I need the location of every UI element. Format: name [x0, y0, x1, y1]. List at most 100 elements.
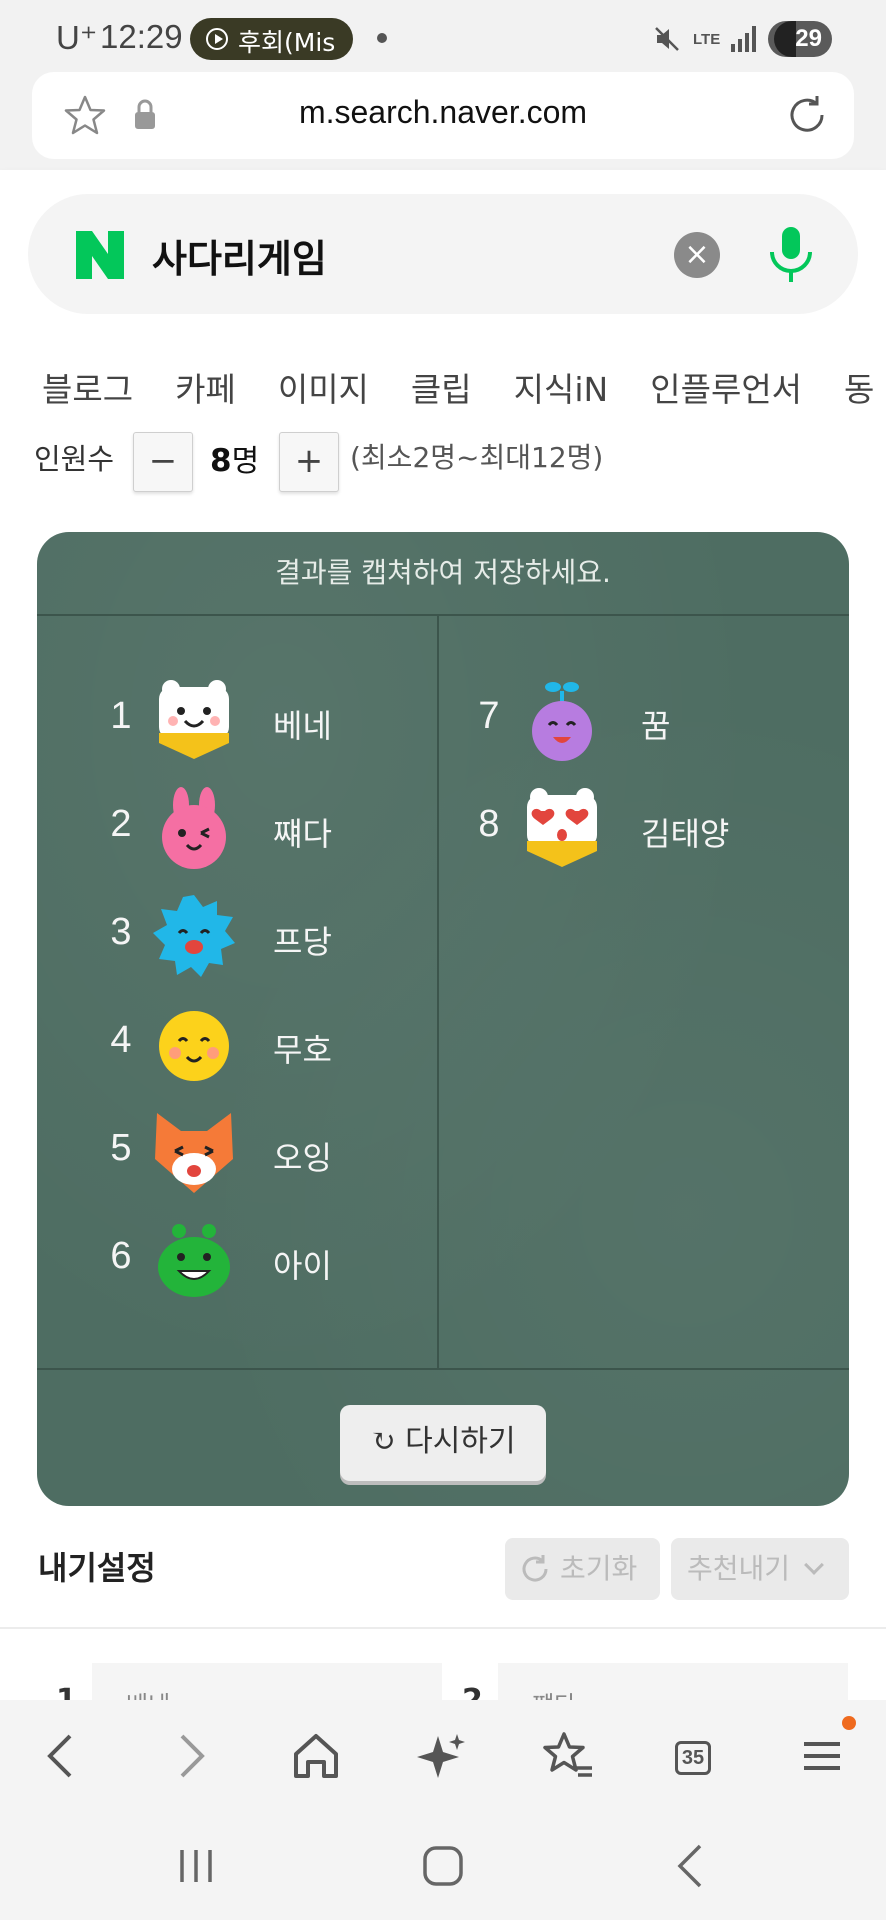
- recent-apps-icon[interactable]: [166, 1838, 226, 1894]
- player-number: 4: [110, 1019, 132, 1061]
- home-icon[interactable]: [288, 1728, 344, 1784]
- network-type: LTE: [693, 30, 721, 48]
- search-input[interactable]: 사다리게임: [152, 228, 327, 283]
- purple-sprout-icon: [532, 682, 592, 761]
- search-header: 사다리게임 × 블로그 카페 이미지 클립 지식iN 인플루언서 동: [0, 170, 886, 432]
- player-item: 7 꿈: [469, 677, 849, 767]
- reset-button[interactable]: 초기화: [505, 1538, 660, 1600]
- player-item: 5 오잉: [101, 1109, 481, 1199]
- recommend-label: 추천내기: [687, 1552, 791, 1585]
- player-count-row: 인원수 − 8명 + (최소2명~최대12명): [0, 432, 886, 492]
- player-number: 8: [478, 803, 500, 845]
- search-tabs: 블로그 카페 이미지 클립 지식iN 인플루언서 동: [0, 350, 886, 430]
- notification-badge: [842, 1716, 856, 1730]
- player-name: 오잉: [273, 1139, 332, 1177]
- home-nav-icon[interactable]: [413, 1838, 473, 1894]
- bookmarks-icon[interactable]: [540, 1728, 596, 1784]
- player-name: 프당: [273, 923, 332, 961]
- bet-settings-title: 내기설정: [38, 1549, 156, 1587]
- player-item: 6 아이: [101, 1217, 481, 1307]
- orange-fox-icon: [155, 1113, 233, 1193]
- menu-icon[interactable]: [794, 1728, 850, 1784]
- player-item: 3 프당: [101, 893, 481, 983]
- search-box[interactable]: 사다리게임 ×: [28, 194, 858, 314]
- browser-toolbar: 35: [0, 1700, 886, 1810]
- media-notification-pill[interactable]: 후회(Mis: [190, 18, 353, 60]
- white-bear-heart-glasses-icon: [527, 788, 597, 867]
- reset-label: 초기화: [560, 1552, 638, 1585]
- notification-dot-icon: [377, 33, 387, 43]
- player-name: 베네: [273, 707, 332, 745]
- player-name: 무호: [273, 1031, 332, 1069]
- player-name: 꿈: [641, 707, 671, 745]
- system-navigation-bar: [0, 1810, 886, 1920]
- chevron-down-icon: [804, 1555, 824, 1575]
- status-time: 12:29: [100, 18, 183, 55]
- battery-indicator: 29: [768, 21, 832, 57]
- player-number: 2: [110, 803, 132, 845]
- player-number: 5: [110, 1127, 132, 1169]
- charging-icon: [774, 21, 796, 57]
- section-divider: [0, 1627, 886, 1629]
- increase-button[interactable]: +: [279, 432, 339, 492]
- battery-level: 29: [795, 25, 822, 52]
- player-name: 김태양: [641, 815, 730, 853]
- bet-row: 1 베네: [56, 1663, 456, 1703]
- reset-icon: [522, 1555, 548, 1582]
- player-count-value: 8명: [210, 443, 260, 479]
- player-item: 8 김태양: [469, 785, 849, 875]
- tab-blog[interactable]: 블로그: [0, 350, 133, 430]
- retry-button[interactable]: ↻ 다시하기: [340, 1405, 546, 1481]
- tab-influencer[interactable]: 인플루언서: [608, 350, 802, 430]
- tab-image[interactable]: 이미지: [236, 350, 369, 430]
- reload-icon[interactable]: [782, 90, 832, 140]
- clear-search-button[interactable]: ×: [674, 232, 720, 278]
- url-text[interactable]: m.search.naver.com: [32, 94, 854, 131]
- white-bear-icon: [159, 680, 229, 759]
- pink-rabbit-icon: [162, 787, 226, 869]
- sparkle-icon[interactable]: [414, 1728, 470, 1784]
- player-count-label: 인원수: [34, 442, 115, 476]
- tab-clip[interactable]: 클립: [369, 350, 472, 430]
- ladder-result-board: 결과를 캡쳐하여 저장하세요. 1 베네 2 쨰다 3 프당 4 무호 5 오잉…: [37, 532, 849, 1506]
- player-number: 6: [110, 1235, 132, 1277]
- url-bar[interactable]: m.search.naver.com: [32, 72, 854, 159]
- player-number: 3: [110, 911, 132, 953]
- recommend-bet-dropdown[interactable]: 추천내기: [671, 1538, 849, 1600]
- tab-count: 35: [675, 1741, 711, 1775]
- player-item: 1 베네: [101, 677, 481, 767]
- tabs-button[interactable]: 35: [668, 1728, 724, 1784]
- player-number: 7: [478, 695, 500, 737]
- player-count-range: (최소2명~최대12명): [350, 441, 604, 474]
- signal-icon: [731, 26, 756, 52]
- tab-kin[interactable]: 지식iN: [472, 350, 609, 430]
- player-name: 쨰다: [273, 815, 332, 853]
- tab-video[interactable]: 동: [802, 350, 874, 430]
- green-bug-icon: [158, 1224, 230, 1297]
- bet-row: 2 쨰다: [462, 1663, 862, 1703]
- yellow-smiley-icon: [159, 1011, 229, 1081]
- media-title: 후회(Mis: [238, 28, 336, 57]
- back-icon[interactable]: [34, 1728, 90, 1784]
- tab-cafe[interactable]: 카페: [133, 350, 236, 430]
- status-bar: U⁺ 12:29 후회(Mis LTE 29: [0, 0, 886, 72]
- status-icons: LTE 29: [653, 20, 832, 58]
- browser-top: U⁺ 12:29 후회(Mis LTE 29 m.search.naver.co…: [0, 0, 886, 170]
- player-item: 2 쨰다: [101, 785, 481, 875]
- player-item: 4 무호: [101, 1001, 481, 1091]
- carrier-label: U⁺: [56, 19, 98, 56]
- board-footer-divider: [37, 1368, 849, 1370]
- player-number: 1: [110, 695, 132, 737]
- naver-logo-icon[interactable]: [74, 229, 126, 281]
- player-name: 아이: [273, 1247, 332, 1285]
- decrease-button[interactable]: −: [133, 432, 193, 492]
- retry-label: 다시하기: [405, 1424, 516, 1459]
- board-header: 결과를 캡쳐하여 저장하세요.: [37, 532, 849, 616]
- forward-icon[interactable]: [162, 1728, 218, 1784]
- back-nav-icon[interactable]: [662, 1838, 722, 1894]
- play-icon: [206, 28, 228, 50]
- microphone-icon[interactable]: [763, 224, 819, 286]
- retry-icon: ↻: [370, 1424, 406, 1459]
- mute-icon: [655, 27, 679, 51]
- blue-hedgehog-icon: [153, 895, 235, 977]
